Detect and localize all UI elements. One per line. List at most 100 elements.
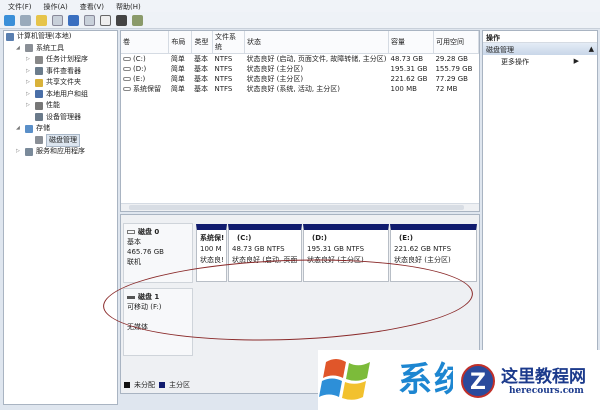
tree-item[interactable]: ◢ 系统工具 xyxy=(4,43,117,55)
menu-item[interactable]: 帮助(H) xyxy=(116,2,141,11)
toolbar xyxy=(0,12,600,29)
cell-text: 221.62 GB xyxy=(390,75,428,83)
disk-type: 基本 xyxy=(127,238,141,246)
tree-item[interactable]: ▷ 事件查看器 xyxy=(4,66,117,78)
forward-icon[interactable] xyxy=(20,14,31,26)
volume-icon xyxy=(123,57,131,61)
tree-item-label: 计算机管理(本地) xyxy=(17,32,72,40)
menu-bar: 文件(F) 操作(A) 查看(V) 帮助(H) xyxy=(0,0,600,12)
table-cell: 状态良好 (主分区) xyxy=(244,74,388,84)
refresh-icon[interactable] xyxy=(100,14,111,26)
collapse-icon[interactable]: ▲ xyxy=(589,45,594,53)
partition-block[interactable]: (C:) 48.73 GB NTFS 状态良好 (启动, 页面 xyxy=(228,224,302,282)
cell-text: 基本 xyxy=(193,65,208,73)
expand-arrow-icon[interactable]: ▷ xyxy=(26,54,32,66)
actions-section-disk-management[interactable]: 磁盘管理 ▲ xyxy=(483,43,597,55)
settings-icon[interactable] xyxy=(132,14,143,26)
table-cell: 简单 xyxy=(169,74,192,84)
table-cell: 221.62 GB xyxy=(389,74,434,84)
tree-item-label: 共享文件夹 xyxy=(46,78,81,86)
table-cell: 基本 xyxy=(192,84,213,94)
tree-item[interactable]: ▷ 任务计划程序 xyxy=(4,54,117,66)
expand-arrow-icon[interactable]: ▷ xyxy=(26,100,32,112)
tree-item[interactable]: ▷ 本地用户和组 xyxy=(4,89,117,101)
column-header[interactable]: 卷 xyxy=(121,31,170,54)
expand-arrow-icon[interactable]: ▷ xyxy=(26,66,32,78)
tree-node-icon xyxy=(35,67,43,76)
column-header[interactable]: 类型 xyxy=(191,31,213,54)
legend-swatch xyxy=(124,382,130,388)
help-icon[interactable] xyxy=(68,14,79,26)
watermark-url: herecours.com xyxy=(509,386,584,396)
table-cell: 72 MB xyxy=(433,84,478,94)
show-hide-tree-icon[interactable] xyxy=(52,14,63,26)
disk-type: 可移动 (F:) xyxy=(127,303,162,311)
partition-size: 221.62 GB NTFS xyxy=(394,245,452,253)
navigation-tree: 计算机管理(本地) ◢ 系统工具 ▷ 任务计划程序 ▷ 事件查看器 ▷ 共享文件夹 ▷ 本地用户和组… xyxy=(3,30,118,405)
partition-block[interactable]: (E:) 221.62 GB NTFS 状态良好 (主分区) xyxy=(390,224,477,282)
cell-text: NTFS xyxy=(214,75,233,83)
disk-1-label[interactable]: 磁盘 1 可移动 (F:) 无媒体 xyxy=(123,288,193,356)
table-cell: 155.79 GB xyxy=(433,64,478,74)
table-row[interactable]: 系统保留 简单 基本 NTFS 状态良好 (系统, 活动, 主分区) 100 MB 72 M… xyxy=(121,84,479,94)
expand-arrow-icon[interactable]: ▷ xyxy=(16,146,22,158)
table-row[interactable]: (C:) 简单 基本 NTFS 状态良好 (启动, 页面文件, 故障转储, 主分区) 48… xyxy=(121,54,479,65)
tree-item[interactable]: ▷ 服务和应用程序 xyxy=(4,146,117,158)
back-icon[interactable] xyxy=(4,14,15,26)
partition-status: 状态良好 (主分区) xyxy=(307,256,364,264)
partition-block[interactable]: 系统保! 100 M 状态良! xyxy=(196,224,227,282)
cell-text: 29.28 GB xyxy=(435,55,468,63)
volume-icon xyxy=(123,77,131,81)
table-cell: 简单 xyxy=(169,54,192,65)
column-header[interactable]: 可用空间 xyxy=(433,31,480,54)
table-cell: 基本 xyxy=(192,54,213,65)
cell-text: 基本 xyxy=(193,75,208,83)
tree-item-label: 性能 xyxy=(46,101,60,109)
tree-node-icon xyxy=(25,147,33,156)
table-cell: (C:) xyxy=(121,54,169,65)
partition-block[interactable]: (D:) 195.31 GB NTFS 状态良好 (主分区) xyxy=(303,224,389,282)
menu-item[interactable]: 查看(V) xyxy=(80,2,104,11)
column-header[interactable]: 布局 xyxy=(168,31,193,54)
cell-text: 简单 xyxy=(170,75,185,83)
expand-arrow-icon[interactable]: ◢ xyxy=(16,123,22,135)
removable-disk-icon xyxy=(127,296,135,299)
cell-text: 状态良好 (主分区) xyxy=(246,75,304,83)
column-header[interactable]: 文件系统 xyxy=(212,31,245,54)
table-cell: 基本 xyxy=(192,74,213,84)
table-cell: 29.28 GB xyxy=(433,54,478,65)
cell-text: 48.73 GB xyxy=(390,55,424,63)
disk-0-label[interactable]: 磁盘 0 基本 465.76 GB 联机 xyxy=(123,223,193,283)
table-cell: 48.73 GB xyxy=(389,54,434,65)
tree-item[interactable]: ▷ 共享文件夹 xyxy=(4,77,117,89)
tree-item-label: 设备管理器 xyxy=(46,112,81,121)
table-row[interactable]: (E:) 简单 基本 NTFS 状态良好 (主分区) 221.62 GB 77.29 GB xyxy=(121,74,479,84)
expand-arrow-icon[interactable]: ▷ xyxy=(26,89,32,101)
disk-status: 联机 xyxy=(127,258,141,266)
actions-header: 操作 xyxy=(483,31,597,43)
table-row[interactable]: (D:) 简单 基本 NTFS 状态良好 (主分区) 195.31 GB 155.79 GB xyxy=(121,64,479,74)
menu-item[interactable]: 操作(A) xyxy=(44,2,68,11)
show-hide-action-icon[interactable] xyxy=(84,14,95,26)
column-header[interactable]: 容量 xyxy=(388,31,434,54)
table-cell: 简单 xyxy=(169,64,192,74)
column-header[interactable]: 状态 xyxy=(244,31,390,54)
expand-arrow-icon[interactable]: ▷ xyxy=(26,77,32,89)
more-actions-item[interactable]: 更多操作 ▶ xyxy=(483,55,597,67)
disk-name: 磁盘 0 xyxy=(138,228,160,236)
partition-size: 195.31 GB NTFS xyxy=(307,245,365,253)
partition-status: 状态良! xyxy=(200,256,224,264)
disk-size: 465.76 GB xyxy=(127,248,164,256)
tree-item[interactable]: 设备管理器 xyxy=(4,112,117,124)
tree-item[interactable]: ▷ 性能 xyxy=(4,100,117,112)
disk-name: 磁盘 1 xyxy=(138,293,160,301)
tree-item[interactable]: 计算机管理(本地) xyxy=(4,31,117,43)
cell-text: 195.31 GB xyxy=(390,65,428,73)
tree-item[interactable]: 磁盘管理 xyxy=(4,133,117,147)
properties-icon[interactable] xyxy=(116,14,127,26)
horizontal-scrollbar[interactable] xyxy=(121,203,479,211)
menu-item[interactable]: 文件(F) xyxy=(8,2,32,11)
expand-arrow-icon[interactable]: ◢ xyxy=(16,43,22,55)
up-folder-icon[interactable] xyxy=(36,14,47,26)
tree-item-label: 系统工具 xyxy=(36,43,64,52)
